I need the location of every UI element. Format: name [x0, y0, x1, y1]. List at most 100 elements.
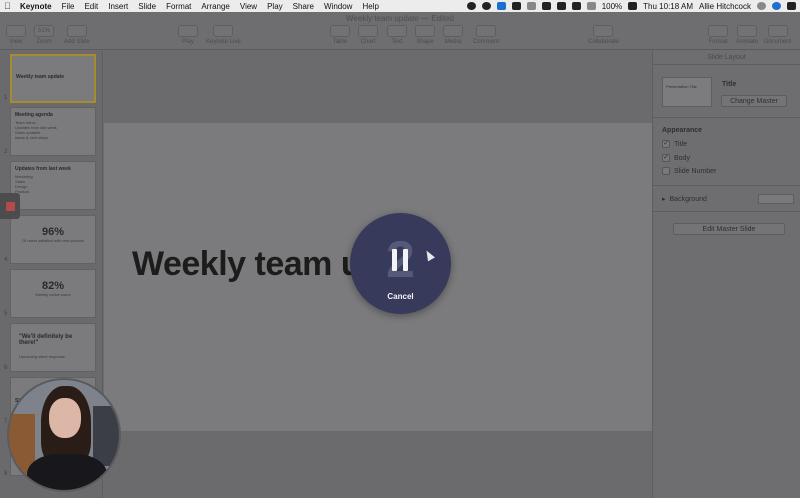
- menu-play[interactable]: Play: [267, 2, 283, 11]
- zoom-button[interactable]: 51% Zoom: [34, 25, 54, 45]
- title-checkbox-row[interactable]: ✓ Title: [662, 140, 687, 148]
- chart-button[interactable]: Chart: [358, 25, 378, 45]
- battery-percent: 100%: [601, 1, 623, 11]
- recording-control-tab[interactable]: [0, 193, 20, 219]
- background-label: Background: [669, 195, 707, 203]
- add-slide-button[interactable]: Add Slide: [64, 25, 90, 45]
- thumb-title: Updates from last week: [15, 166, 71, 172]
- user-name[interactable]: Allie Hitchcock: [699, 2, 751, 11]
- document-label: Document: [764, 39, 792, 45]
- thumb-line: Ideas & next steps: [15, 135, 48, 140]
- slide-number: 7: [4, 419, 8, 425]
- media-button[interactable]: Media: [443, 25, 463, 45]
- table-button[interactable]: Table: [330, 25, 350, 45]
- animate-label: Animate: [736, 39, 759, 45]
- text-label: Text: [391, 39, 403, 45]
- divider: [653, 185, 800, 186]
- spotlight-search-icon[interactable]: [757, 2, 766, 10]
- bluetooth-icon[interactable]: [571, 2, 581, 10]
- title-checkbox[interactable]: ✓: [662, 140, 670, 148]
- menubar:  Keynote File Edit Insert Slide Format …: [0, 0, 800, 12]
- chart-label: Chart: [360, 39, 376, 45]
- airplay-icon[interactable]: [541, 2, 551, 10]
- notification-center-icon[interactable]: [787, 2, 796, 10]
- play-button[interactable]: Play: [178, 25, 198, 45]
- presenter-face: [49, 398, 81, 438]
- slide-number-checkbox[interactable]: [662, 167, 670, 175]
- wifi-icon[interactable]: [586, 2, 596, 10]
- menu-file[interactable]: File: [62, 2, 75, 11]
- menu-insert[interactable]: Insert: [108, 2, 128, 11]
- record-status-icon[interactable]: [466, 2, 476, 10]
- control-status-icon[interactable]: [526, 2, 536, 10]
- slide-thumbnail-4[interactable]: 96% Of users satisfied with new product: [10, 215, 96, 264]
- stop-record-icon: [5, 201, 15, 211]
- slide-title-text[interactable]: Weekly team u: [132, 245, 362, 284]
- media-label: Media: [444, 39, 462, 45]
- table-icon: [330, 25, 350, 37]
- menu-view[interactable]: View: [240, 2, 257, 11]
- cancel-button[interactable]: Cancel: [350, 292, 451, 301]
- add-slide-label: Add Slide: [64, 39, 90, 45]
- app-status-icon[interactable]: [511, 2, 521, 10]
- comment-button[interactable]: Comment: [473, 25, 499, 45]
- clock[interactable]: Thu 10:18 AM: [643, 2, 693, 11]
- play-icon: [178, 25, 198, 37]
- slide-thumbnail-6[interactable]: "We'll definitely be there!" Upcoming cl…: [10, 323, 96, 372]
- shape-label: Shape: [416, 39, 434, 45]
- pause-icon[interactable]: [392, 249, 409, 271]
- shape-button[interactable]: Shape: [415, 25, 435, 45]
- menu-share[interactable]: Share: [293, 2, 314, 11]
- keynote-live-label: Keynote Live: [206, 39, 241, 45]
- change-master-button[interactable]: Change Master: [721, 95, 787, 107]
- menu-format[interactable]: Format: [166, 2, 191, 11]
- presenter-body: [27, 454, 107, 490]
- webcam-bubble[interactable]: [7, 378, 121, 492]
- menu-slide[interactable]: Slide: [138, 2, 156, 11]
- comment-icon: [476, 25, 496, 37]
- slide-thumbnail-3[interactable]: Updates from last week Marketing Sales D…: [10, 161, 96, 210]
- gear-status-icon[interactable]: [481, 2, 491, 10]
- body-checkbox[interactable]: ✓: [662, 154, 670, 162]
- animate-icon: [737, 25, 757, 37]
- thumb-caption: Upcoming client response: [19, 354, 66, 359]
- edit-master-slide-button[interactable]: Edit Master Slide: [673, 223, 785, 235]
- siri-icon[interactable]: [772, 2, 781, 10]
- master-thumbnail[interactable]: Presentation Title: [662, 77, 712, 107]
- background-color-well[interactable]: [758, 194, 794, 204]
- background-row[interactable]: ▸ Background: [662, 194, 794, 204]
- recording-countdown-overlay[interactable]: 2 Cancel: [350, 213, 451, 314]
- title-checkbox-label: Title: [674, 140, 687, 148]
- body-checkbox-row[interactable]: ✓ Body: [662, 154, 690, 162]
- webcam-background-dark: [93, 406, 119, 466]
- volume-icon[interactable]: [556, 2, 566, 10]
- slide-thumbnail-2[interactable]: Meeting agenda Team intros Updates from …: [10, 107, 96, 156]
- mail-status-icon[interactable]: [496, 2, 506, 10]
- slide-number: 1: [4, 95, 8, 101]
- text-button[interactable]: Text: [387, 25, 407, 45]
- battery-icon[interactable]: [628, 2, 638, 10]
- app-menu[interactable]: Keynote: [20, 2, 52, 11]
- thumb-quote: "We'll definitely be there!": [19, 334, 73, 346]
- keynote-live-button[interactable]: Keynote Live: [206, 25, 241, 45]
- thumb-caption: Weekly active users: [35, 292, 71, 297]
- view-label: View: [9, 39, 23, 45]
- slide-thumbnail-1[interactable]: Weekly team update: [10, 54, 96, 103]
- apple-menu-icon[interactable]: : [4, 1, 14, 11]
- plus-icon: [66, 25, 87, 37]
- thumb-stat: 96%: [41, 226, 65, 238]
- slide-number-checkbox-row[interactable]: Slide Number: [662, 167, 716, 175]
- slide-number: 6: [4, 365, 8, 371]
- collaborate-button[interactable]: Collaborate: [588, 25, 619, 45]
- animate-button[interactable]: Animate: [736, 25, 758, 45]
- comment-label: Comment: [473, 39, 500, 45]
- format-button[interactable]: Format: [708, 25, 728, 45]
- menu-window[interactable]: Window: [324, 2, 352, 11]
- slide-thumbnail-5[interactable]: 82% Weekly active users: [10, 269, 96, 318]
- disclosure-triangle-icon[interactable]: ▸: [662, 195, 666, 203]
- menu-arrange[interactable]: Arrange: [201, 2, 229, 11]
- menu-help[interactable]: Help: [362, 2, 378, 11]
- view-button[interactable]: View: [6, 25, 26, 45]
- document-button[interactable]: Document: [764, 25, 791, 45]
- menu-edit[interactable]: Edit: [84, 2, 98, 11]
